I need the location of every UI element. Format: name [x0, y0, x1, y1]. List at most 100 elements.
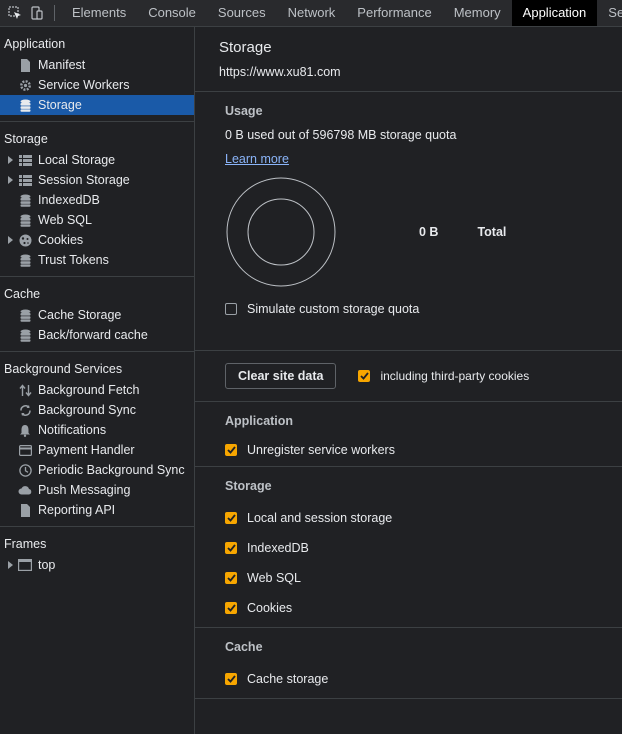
sidebar-item-push-messaging[interactable]: Push Messaging: [0, 480, 194, 500]
option-row[interactable]: Cookies: [225, 593, 592, 623]
section-heading: Cache: [225, 640, 263, 654]
expand-arrow-icon[interactable]: [8, 176, 13, 184]
sync-icon: [18, 403, 32, 417]
section-heading: Usage: [225, 104, 263, 118]
web-sql-checkbox[interactable]: [225, 572, 237, 584]
sidebar-item-storage[interactable]: Storage: [0, 95, 194, 115]
cloud-icon: [18, 483, 32, 497]
learn-more-link[interactable]: Learn more: [225, 152, 289, 166]
section-heading: Application: [225, 414, 294, 428]
usage-section: Usage 0 B used out of 596798 MB storage …: [195, 92, 622, 351]
usage-summary: 0 B used out of 596798 MB storage quota: [225, 128, 457, 142]
indexeddb-checkbox[interactable]: [225, 542, 237, 554]
sidebar-item-label: Web SQL: [38, 213, 92, 227]
sidebar-item-label: Reporting API: [38, 503, 116, 517]
inspect-element-icon[interactable]: [4, 0, 26, 26]
sidebar-item-label: Service Workers: [38, 78, 130, 92]
option-row[interactable]: Local and session storage: [225, 503, 592, 533]
origin-url: https://www.xu81.com: [219, 65, 341, 79]
option-label: Cookies: [247, 601, 293, 615]
tab-security[interactable]: Secu: [597, 0, 622, 26]
option-row[interactable]: Web SQL: [225, 563, 592, 593]
gear-icon: [18, 78, 32, 92]
sidebar-item-manifest[interactable]: Manifest: [0, 55, 194, 75]
option-label: Unregister service workers: [247, 443, 395, 457]
simulate-quota-label: Simulate custom storage quota: [247, 302, 420, 316]
cache-storage-checkbox[interactable]: [225, 673, 237, 685]
expand-arrow-icon[interactable]: [8, 561, 13, 569]
third-party-cookies-checkbox[interactable]: [358, 370, 371, 382]
simulate-quota-row[interactable]: Simulate custom storage quota: [225, 294, 592, 324]
option-label: Cache storage: [247, 672, 329, 686]
device-toolbar-icon[interactable]: [26, 0, 48, 26]
sidebar-item-cache-storage[interactable]: Cache Storage: [0, 305, 194, 325]
tab-sources[interactable]: Sources: [207, 0, 277, 26]
database-icon: [18, 213, 32, 227]
sidebar-item-label: Cookies: [38, 233, 84, 247]
expand-arrow-icon[interactable]: [8, 156, 13, 164]
cookies-checkbox[interactable]: [225, 602, 237, 614]
storage-panel: Storage https://www.xu81.com Usage 0 B u…: [195, 27, 622, 734]
bell-icon: [18, 423, 32, 437]
sidebar-item-label: Push Messaging: [38, 483, 131, 497]
database-icon: [18, 328, 32, 342]
sidebar-item-indexeddb[interactable]: IndexedDB: [0, 190, 194, 210]
sidebar-item-background-sync[interactable]: Background Sync: [0, 400, 194, 420]
sidebar-item-trust-tokens[interactable]: Trust Tokens: [0, 250, 194, 270]
database-icon: [18, 308, 32, 322]
database-icon: [18, 253, 32, 267]
clear-site-data-button[interactable]: Clear site data: [225, 363, 337, 389]
expand-arrow-icon[interactable]: [8, 236, 13, 244]
sidebar-item-local-storage[interactable]: Local Storage: [0, 150, 194, 170]
sidebar-item-periodic-background-sync[interactable]: Periodic Background Sync: [0, 460, 194, 480]
tab-network[interactable]: Network: [277, 0, 347, 26]
sidebar-item-notifications[interactable]: Notifications: [0, 420, 194, 440]
sidebar-section-storage: Storage Local Storage Session Storage In…: [0, 122, 194, 277]
total-value: 0 B: [419, 225, 439, 239]
simulate-quota-checkbox[interactable]: [225, 303, 237, 315]
local-session-storage-checkbox[interactable]: [225, 512, 237, 524]
sidebar-item-background-fetch[interactable]: Background Fetch: [0, 380, 194, 400]
sidebar-item-label: Payment Handler: [38, 443, 135, 457]
sidebar-item-label: Background Sync: [38, 403, 136, 417]
sidebar-section-background-services: Background Services Background Fetch Bac…: [0, 352, 194, 527]
option-label: Local and session storage: [247, 511, 393, 525]
sidebar-item-web-sql[interactable]: Web SQL: [0, 210, 194, 230]
sidebar: Application Manifest Service Workers Sto…: [0, 27, 195, 734]
page-title: Storage: [219, 39, 272, 56]
tab-console[interactable]: Console: [137, 0, 207, 26]
section-heading: Storage: [225, 479, 272, 493]
sidebar-item-cookies[interactable]: Cookies: [0, 230, 194, 250]
option-label: IndexedDB: [247, 541, 309, 555]
sidebar-item-reporting-api[interactable]: Reporting API: [0, 500, 194, 520]
option-row[interactable]: IndexedDB: [225, 533, 592, 563]
total-label: Total: [477, 225, 507, 239]
tab-performance[interactable]: Performance: [346, 0, 442, 26]
sidebar-item-frame-top[interactable]: top: [0, 555, 194, 575]
tab-memory[interactable]: Memory: [443, 0, 512, 26]
frame-icon: [18, 558, 32, 572]
sidebar-item-label: Background Fetch: [38, 383, 140, 397]
sidebar-item-back-forward-cache[interactable]: Back/forward cache: [0, 325, 194, 345]
application-options-section: Application Unregister service workers: [195, 402, 622, 467]
cache-options-section: Cache Cache storage: [195, 628, 622, 699]
usage-pie-chart: [226, 177, 336, 287]
sidebar-item-payment-handler[interactable]: Payment Handler: [0, 440, 194, 460]
unregister-sw-checkbox[interactable]: [225, 444, 237, 456]
option-label: Web SQL: [247, 571, 301, 585]
option-row[interactable]: Unregister service workers: [225, 438, 592, 462]
sidebar-section-title: Frames: [4, 537, 47, 551]
option-row[interactable]: Cache storage: [225, 664, 592, 694]
panel-header: Storage https://www.xu81.com: [195, 27, 622, 92]
sidebar-item-service-workers[interactable]: Service Workers: [0, 75, 194, 95]
sidebar-item-label: Local Storage: [38, 153, 116, 167]
storage-options-section: Storage Local and session storage Indexe…: [195, 467, 622, 628]
arrows-updown-icon: [18, 383, 32, 397]
tab-application[interactable]: Application: [511, 0, 598, 26]
clear-data-row: Clear site data including third-party co…: [195, 351, 622, 402]
sidebar-item-session-storage[interactable]: Session Storage: [0, 170, 194, 190]
tab-elements[interactable]: Elements: [61, 0, 137, 26]
grid-icon: [18, 153, 32, 167]
sidebar-item-label: top: [38, 558, 56, 572]
database-icon: [18, 193, 32, 207]
